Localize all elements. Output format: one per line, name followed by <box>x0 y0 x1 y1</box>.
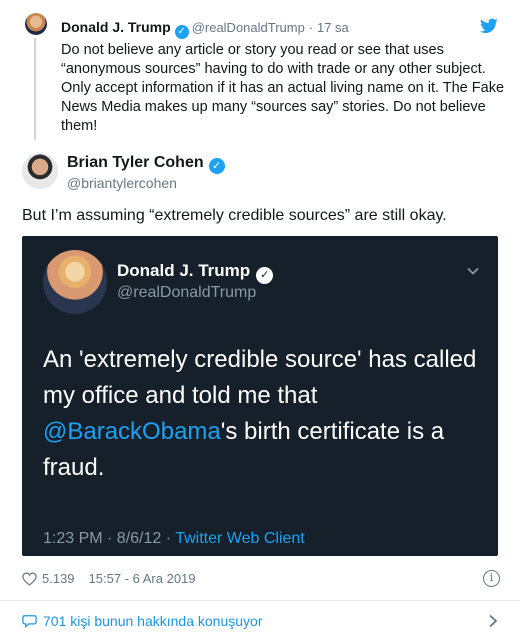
parent-time[interactable]: 17 sa <box>317 20 349 35</box>
divider <box>0 600 520 601</box>
embedded-avatar <box>43 250 107 314</box>
twitter-bird-icon[interactable] <box>480 18 498 34</box>
main-avatar[interactable] <box>22 153 58 189</box>
parent-author-name[interactable]: Donald J. Trump <box>61 19 171 35</box>
parent-avatar[interactable] <box>25 13 47 35</box>
embedded-author-name-row: Donald J. Trump ✓ <box>117 261 276 284</box>
parent-tweet-text: Do not believe any article or story you … <box>61 42 505 134</box>
embedded-tweet-text: An 'extremely credible source' has calle… <box>43 342 483 486</box>
parent-header: Donald J. Trump ✓ @realDonaldTrump · 17 sa <box>61 19 349 39</box>
verified-badge-icon: ✓ <box>208 158 225 174</box>
verified-badge-icon: ✓ <box>256 267 274 284</box>
comment-bubble-icon <box>22 615 37 628</box>
main-author-name-row[interactable]: Brian Tyler Cohen ✓ <box>67 154 228 174</box>
conversation-label[interactable]: 701 kişi bunun hakkında konuşuyor <box>43 613 262 629</box>
parent-tweet[interactable]: Donald J. Trump ✓ @realDonaldTrump · 17 sa… <box>0 0 520 140</box>
chevron-down-icon <box>467 267 479 275</box>
main-author-name[interactable]: Brian Tyler Cohen <box>67 154 204 171</box>
parent-author-handle[interactable]: @realDonaldTrump <box>192 20 305 35</box>
embedded-mention: @BarackObama <box>43 418 221 445</box>
like-count[interactable]: 5.139 <box>42 571 75 586</box>
main-tweet-text: But I’m assuming “extremely credible sou… <box>22 207 447 224</box>
conversation-link[interactable]: 701 kişi bunun hakkında konuşuyor <box>22 613 262 629</box>
embedded-author-name: Donald J. Trump <box>117 261 251 280</box>
embedded-footer: 1:23 PM · 8/6/12 · Twitter Web Client <box>43 530 305 548</box>
thread-line <box>34 38 36 140</box>
embedded-author-handle: @realDonaldTrump <box>117 284 257 301</box>
main-author-handle[interactable]: @briantylercohen <box>67 175 177 191</box>
chevron-right-icon[interactable] <box>488 614 498 628</box>
tweet-stats: 5.139 15:57 - 6 Ara 2019 <box>22 571 196 586</box>
verified-badge-icon: ✓ <box>174 25 189 39</box>
embedded-text-before: An 'extremely credible source' has calle… <box>43 346 477 409</box>
embedded-timestamp: 1:23 PM · 8/6/12 · <box>43 530 176 547</box>
heart-icon[interactable] <box>22 571 37 586</box>
tweet-media-image[interactable]: Donald J. Trump ✓ @realDonaldTrump An 'ex… <box>22 236 498 556</box>
tweet-datetime[interactable]: 15:57 - 6 Ara 2019 <box>89 571 196 586</box>
embedded-client: Twitter Web Client <box>175 530 305 547</box>
parent-separator: · <box>308 20 314 35</box>
info-icon[interactable]: i <box>483 570 500 587</box>
